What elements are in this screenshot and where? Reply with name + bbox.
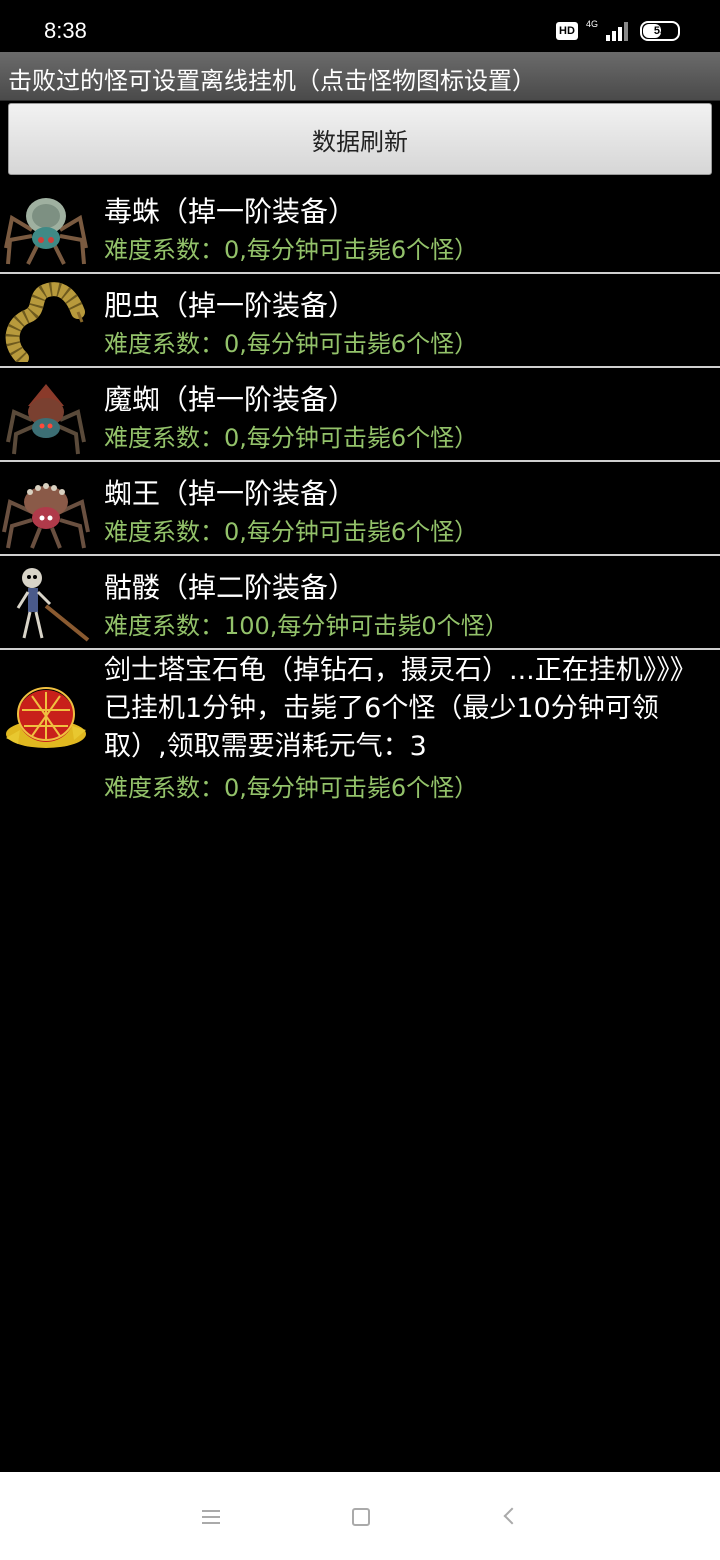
monster-info: 难度系数：0,每分钟可击毙6个怪） [104, 518, 479, 546]
monster-info: 难度系数：0,每分钟可击毙6个怪） [104, 236, 479, 264]
worm-icon[interactable] [2, 282, 90, 362]
monster-row-skeleton[interactable]: 骷髅（掉二阶装备） 难度系数：100,每分钟可击毙0个怪） [0, 556, 720, 650]
monster-info: 难度系数：0,每分钟可击毙6个怪） [104, 424, 479, 452]
monster-name: 骷髅（掉二阶装备） [104, 571, 357, 604]
signal-icon [606, 22, 628, 41]
title-bar: 击败过的怪可设置离线挂机（点击怪物图标设置） [0, 52, 720, 101]
gem-turtle-icon[interactable] [2, 680, 90, 760]
battery-level: 53 [653, 25, 667, 37]
monster-row-demon-spider[interactable]: 魔蜘（掉一阶装备） 难度系数：0,每分钟可击毙6个怪） [0, 368, 720, 462]
hd-icon: HD [555, 22, 578, 40]
page-title: 击败过的怪可设置离线挂机（点击怪物图标设置） [8, 67, 536, 95]
status-icons: HD 4G 53 [555, 18, 680, 44]
monster-row-poison-spider[interactable]: 毒蛛（掉一阶装备） 难度系数：0,每分钟可击毙6个怪） [0, 180, 720, 274]
status-bar: 8:38 HD 4G 53 [0, 0, 720, 52]
monster-row-gem-turtle[interactable]: 剑士塔宝石龟（掉钻石，摄灵石）...正在挂机》》》已挂机1分钟，击毙了6个怪（最… [0, 650, 720, 810]
menu-icon[interactable] [202, 1510, 220, 1528]
skeleton-icon[interactable] [2, 564, 90, 644]
refresh-data-button[interactable]: 数据刷新 [8, 103, 712, 175]
home-icon[interactable] [352, 1508, 370, 1526]
status-time: 8:38 [44, 18, 87, 43]
monster-name-status: 剑士塔宝石龟（掉钻石，摄灵石）...正在挂机》》》已挂机1分钟，击毙了6个怪（最… [104, 655, 697, 762]
spider-icon[interactable] [2, 188, 90, 268]
battery-icon: 53 [640, 21, 680, 41]
monster-list: 毒蛛（掉一阶装备） 难度系数：0,每分钟可击毙6个怪） 肥虫（掉一阶装备） 难度… [0, 180, 720, 810]
monster-info: 难度系数：100,每分钟可击毙0个怪） [104, 612, 509, 640]
monster-name: 魔蜘（掉一阶装备） [104, 383, 357, 416]
monster-info: 难度系数：0,每分钟可击毙6个怪） [104, 774, 479, 802]
navigation-bar [0, 1472, 720, 1560]
monster-row-fat-worm[interactable]: 肥虫（掉一阶装备） 难度系数：0,每分钟可击毙6个怪） [0, 274, 720, 368]
back-icon[interactable] [503, 1507, 521, 1525]
monster-row-spider-king[interactable]: 蜘王（掉一阶装备） 难度系数：0,每分钟可击毙6个怪） [0, 462, 720, 556]
monster-name: 肥虫（掉一阶装备） [104, 289, 357, 322]
monster-info: 难度系数：0,每分钟可击毙6个怪） [104, 330, 479, 358]
monster-name: 毒蛛（掉一阶装备） [104, 195, 357, 228]
demon-spider-icon[interactable] [2, 376, 90, 456]
spider-king-icon[interactable] [2, 470, 90, 550]
monster-name: 蜘王（掉一阶装备） [104, 477, 357, 510]
network-type: 4G [585, 19, 598, 29]
